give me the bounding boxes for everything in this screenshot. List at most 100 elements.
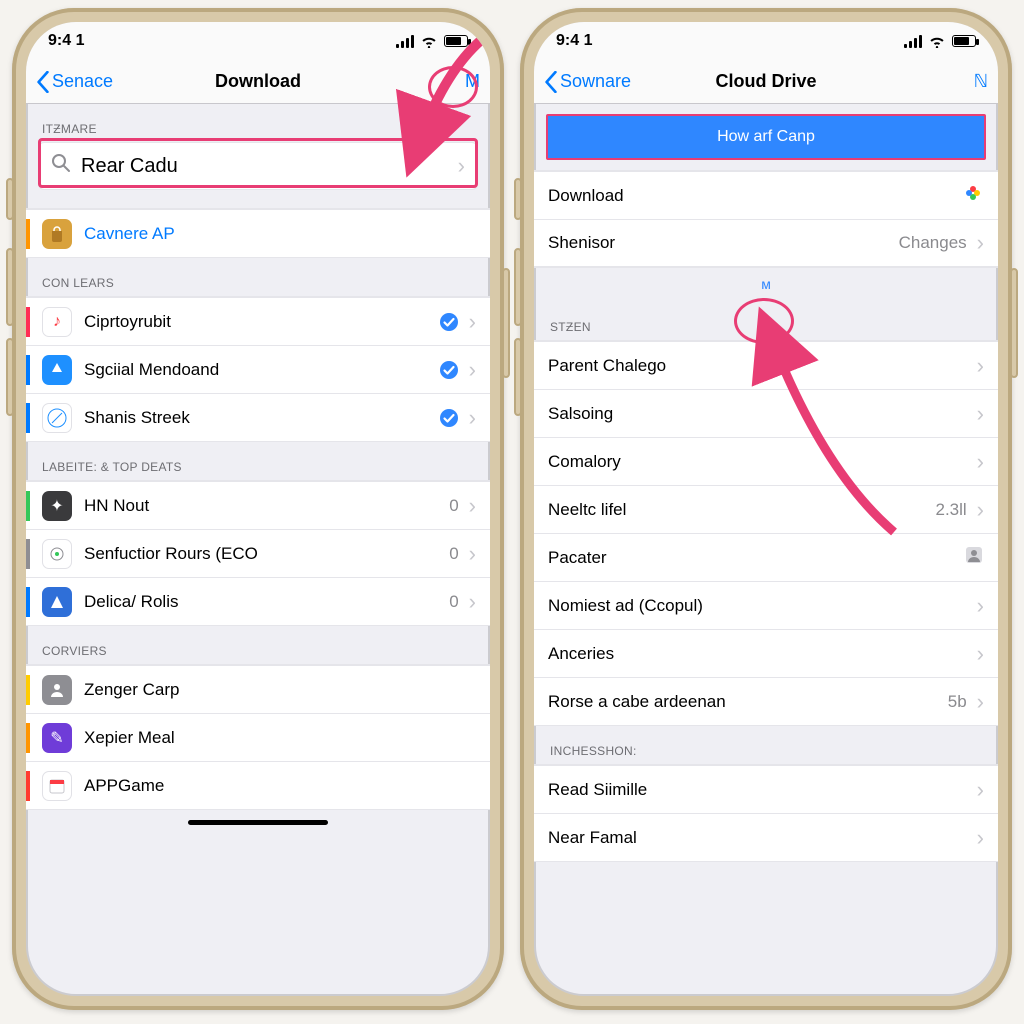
app-icon: ✦ [42,491,72,521]
app-icon [42,675,72,705]
volume-up-button [6,248,14,326]
chevron-right-icon: › [469,359,476,381]
home-indicator[interactable] [188,820,328,825]
chevron-right-icon: › [469,543,476,565]
wifi-icon [928,34,946,48]
chevron-right-icon: › [458,155,465,177]
section-header: ITƵMARE [26,104,490,142]
volume-down-button [6,338,14,416]
chevron-right-icon: › [469,591,476,613]
row-value: 5b [948,692,967,712]
section-header: CORVIERS [26,626,490,664]
row-label: Delica/ Rolis [84,592,178,612]
phone-left: 9:4 1 Senace Download M ITƵ [12,8,504,1010]
photos-icon [962,182,984,209]
list-item[interactable]: Pacater [534,533,998,581]
battery-icon [952,35,976,47]
list-item[interactable]: Shanis Streek › [26,393,490,441]
row-label: Zenger Carp [84,680,179,700]
status-time: 9:4 1 [48,32,84,50]
list-item[interactable]: Zenger Carp [26,665,490,713]
list-item[interactable]: Salsoing› [534,389,998,437]
chevron-left-icon [544,71,558,93]
row-label: Read Siimille [548,780,647,800]
search-text: Rear Cadu [81,155,448,178]
back-button[interactable]: Senace [36,71,113,93]
screen: 9:4 1 Sownare Cloud Drive ℕ How ar [534,22,998,996]
appstore-icon [42,355,72,385]
section-header: CON LEARS [26,258,490,296]
chevron-right-icon: › [977,779,984,801]
row-value: 0 [449,496,458,516]
list-item[interactable]: Download [534,171,998,219]
list-item[interactable]: Shenisor Changes› [534,219,998,267]
row-label: Ciprtoyrubit [84,312,171,332]
list-item[interactable]: Anceries› [534,629,998,677]
check-icon [439,312,459,332]
volume-down-button [514,338,522,416]
chevron-right-icon: › [977,355,984,377]
power-button [502,268,510,378]
bag-icon [42,219,72,249]
list-item[interactable]: APPGame [26,761,490,809]
mute-switch [514,178,522,220]
row-label: Senfuctior Rours (ECO [84,544,258,564]
row-label: Download [548,186,624,206]
row-label: HN Nout [84,496,149,516]
check-icon [439,360,459,380]
list-item[interactable]: Sgciial Mendoand › [26,345,490,393]
back-button[interactable]: Sownare [544,71,631,93]
list-item[interactable]: Neeltc lifel 2.3ll › [534,485,998,533]
battery-icon [444,35,468,47]
list-item[interactable]: Comalory › [534,437,998,485]
nav-action[interactable]: ℕ [974,71,988,92]
row-label: Shanis Streek [84,408,190,428]
music-icon: ♪ [42,307,72,337]
row-value: 0 [449,544,458,564]
section-header: LABEITE: & TOP DEATS [26,442,490,480]
row-label: Sgciial Mendoand [84,360,219,380]
cellular-icon [904,34,922,48]
nav-action[interactable]: M [465,71,480,92]
row-label: Shenisor [548,233,615,253]
search-row[interactable]: Rear Cadu › [38,142,478,190]
chevron-right-icon: › [977,595,984,617]
mid-badge[interactable]: ᴍ [761,276,771,292]
chevron-right-icon: › [977,499,984,521]
row-label: Anceries [548,644,614,664]
list-item[interactable]: Senfuctior Rours (ECO 0 › [26,529,490,577]
chevron-right-icon: › [977,827,984,849]
row-label: Neeltc lifel [548,500,626,520]
row-value: Changes [899,233,967,253]
safari-icon [42,403,72,433]
row-cavnere[interactable]: Cavnere AP [26,209,490,257]
row-label: Comalory [548,452,621,472]
banner-button[interactable]: How arf Canp [546,114,986,160]
app-icon [42,587,72,617]
list-item[interactable]: Nomiest ad (Ccopul) › [534,581,998,629]
row-label: Xepier Meal [84,728,175,748]
chevron-right-icon: › [977,451,984,473]
row-label: Parent Chalego [548,356,666,376]
row-value: 2.3ll [935,500,966,520]
list-item[interactable]: ✎ Xepier Meal [26,713,490,761]
list-item[interactable]: Near Famal› [534,813,998,861]
row-label: Rorse a cabe ardeenan [548,692,726,712]
list-item[interactable]: Parent Chalego › [534,341,998,389]
person-icon [964,545,984,570]
list-item[interactable]: Read Siimille › [534,765,998,813]
list-item[interactable]: Rorse a cabe ardeenan5b› [534,677,998,725]
list-item[interactable]: ✦ HN Nout 0 › [26,481,490,529]
row-label: Nomiest ad (Ccopul) [548,596,703,616]
phone-right: 9:4 1 Sownare Cloud Drive ℕ How ar [520,8,1012,1010]
search-icon [51,153,71,179]
power-button [1010,268,1018,378]
chevron-right-icon: › [469,495,476,517]
list-item[interactable]: Delica/ Rolis 0› [26,577,490,625]
volume-up-button [514,248,522,326]
chevron-right-icon: › [469,311,476,333]
row-label: APPGame [84,776,164,796]
section-header: STƵEN [534,314,998,340]
screen: 9:4 1 Senace Download M ITƵ [26,22,490,996]
list-item[interactable]: ♪ Ciprtoyrubit › [26,297,490,345]
